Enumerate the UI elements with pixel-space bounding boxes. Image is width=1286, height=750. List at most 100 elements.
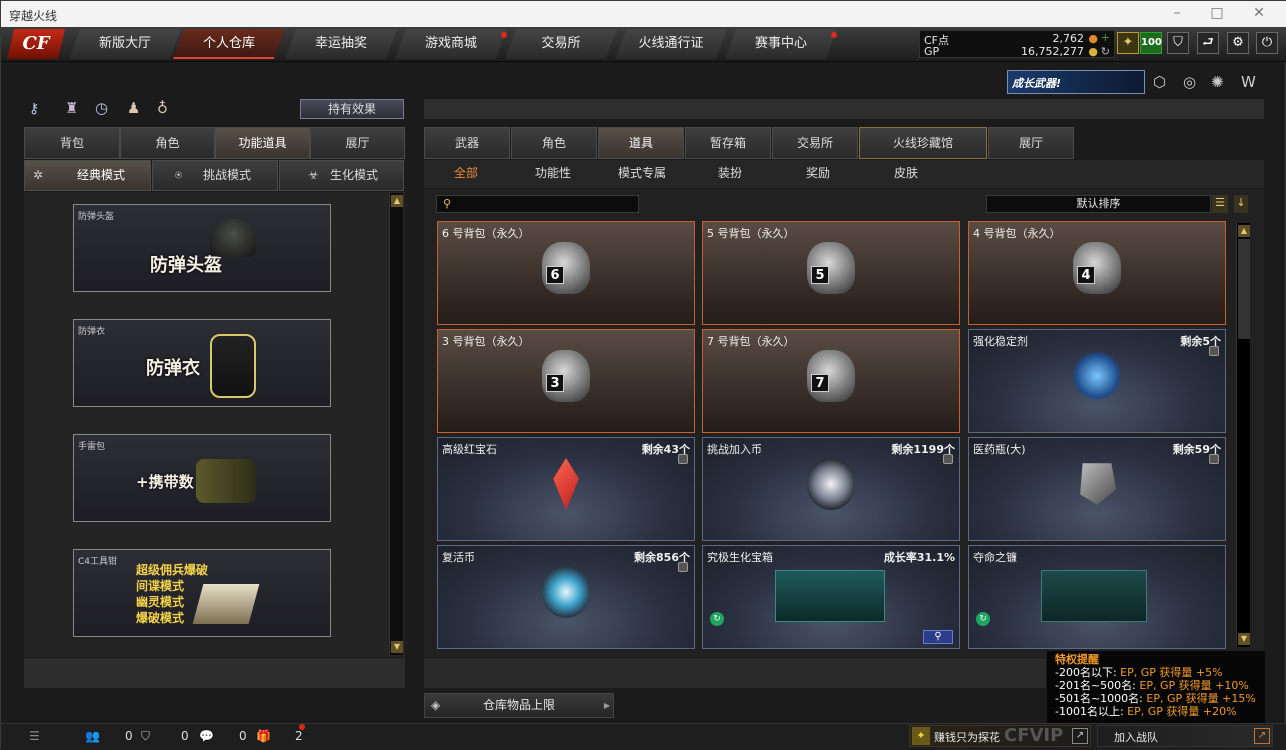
item-card[interactable]: 3 号背包（永久） 3 — [437, 329, 695, 433]
left-scrollbar[interactable]: ▲ ▼ — [389, 193, 403, 655]
mode-zombie[interactable]: ☣ 生化模式 — [279, 160, 404, 191]
mode-challenge[interactable]: ⍟ 挑战模式 — [152, 160, 278, 191]
key-icon[interactable]: ⚷ — [29, 101, 39, 117]
nav-lucky-draw[interactable]: 幸运抽奖 — [285, 29, 397, 59]
item-card[interactable]: 4 号背包（永久） 4 — [968, 221, 1226, 325]
tab-functional-items[interactable]: 功能道具 — [215, 127, 310, 159]
item-card-vest[interactable]: 防弹衣 防弹衣 — [73, 319, 331, 407]
join-clan-bar[interactable]: 加入战队 ↗ — [1097, 725, 1273, 747]
lock-icon[interactable] — [1209, 454, 1219, 464]
v-logo-icon[interactable]: W — [1241, 73, 1256, 91]
close-icon[interactable]: ✕ — [1249, 5, 1269, 21]
minimize-icon[interactable]: – — [1167, 5, 1187, 21]
refresh-icon[interactable]: ↻ — [1101, 45, 1110, 58]
scroll-down-icon[interactable]: ▼ — [1238, 633, 1250, 645]
open-external-icon[interactable]: ↗ — [1254, 728, 1270, 744]
item-card[interactable]: 夺命之镰 ↻ — [968, 545, 1226, 649]
lock-icon[interactable] — [943, 454, 953, 464]
subtab-all[interactable]: 全部 — [454, 164, 478, 181]
item-card-helmet[interactable]: 防弹头盔 防弹头盔 — [73, 204, 331, 292]
clan-icon[interactable]: ⛉ — [141, 729, 150, 744]
subtab-functional[interactable]: 功能性 — [535, 164, 571, 181]
shield-icon[interactable]: ⛉ — [1167, 32, 1189, 54]
lock-icon[interactable] — [678, 454, 688, 464]
tab-showroom-right[interactable]: 展厅 — [988, 127, 1074, 159]
growth-weapon-banner[interactable]: 成长武器! — [1007, 70, 1145, 94]
subtab-mode-exclusive[interactable]: 模式专属 — [618, 164, 666, 181]
friends-icon[interactable]: 👥 — [85, 729, 100, 743]
search-input[interactable]: ⚲ — [436, 195, 639, 213]
lock-icon[interactable] — [1209, 346, 1219, 356]
scroll-up-icon[interactable]: ▲ — [391, 195, 403, 207]
tab-exchange[interactable]: 交易所 — [772, 127, 858, 159]
tab-collection-hall[interactable]: 火线珍藏馆 — [859, 127, 987, 159]
item-card[interactable]: 7 号背包（永久） 7 — [702, 329, 960, 433]
clock-icon[interactable]: ◷ — [95, 99, 108, 117]
tab-showroom[interactable]: 展厅 — [310, 127, 405, 159]
crest-icon[interactable]: ✺ — [1211, 73, 1224, 91]
gear-icon[interactable]: ⚙ — [1227, 32, 1249, 54]
nav-exchange[interactable]: 交易所 — [505, 29, 617, 59]
item-card[interactable]: 医药瓶(大) 剩余59个 — [968, 437, 1226, 541]
grenade-icon[interactable]: ♁ — [157, 99, 168, 117]
item-card[interactable]: 挑战加入币 剩余1199个 — [702, 437, 960, 541]
sort-select[interactable]: 默认排序 — [986, 195, 1211, 213]
item-card-grenade-pack[interactable]: 手雷包 +携带数 — [73, 434, 331, 522]
menu-list-icon[interactable]: ☰ — [29, 729, 40, 743]
rank-badge-icon[interactable]: ✦ — [1117, 32, 1139, 54]
cf-logo[interactable]: CF — [7, 29, 65, 59]
scroll-thumb[interactable] — [1238, 239, 1250, 339]
tab-character[interactable]: 角色 — [120, 127, 215, 159]
promo-bar[interactable]: ✦ 赚钱只为探花 CFVIP ↗ — [909, 725, 1091, 747]
nav-event-center[interactable]: 赛事中心 — [725, 29, 837, 59]
scroll-down-icon[interactable]: ▼ — [391, 641, 403, 653]
open-external-icon[interactable]: ↗ — [1072, 728, 1088, 744]
sort-order-icon[interactable]: ↓ — [1234, 195, 1248, 213]
trophy-icon[interactable]: ♜ — [65, 99, 78, 117]
list-view-icon[interactable]: ☰ — [1212, 195, 1228, 213]
chat-icon[interactable]: 💬 — [199, 729, 214, 743]
target-icon[interactable]: ◎ — [1183, 73, 1196, 91]
item-card[interactable]: 强化稳定剂 剩余5个 — [968, 329, 1226, 433]
c4-pliers-icon — [192, 584, 260, 624]
item-card[interactable]: 高级红宝石 剩余43个 — [437, 437, 695, 541]
power-icon[interactable]: ⏻ — [1256, 32, 1278, 54]
item-card-c4-pliers[interactable]: C4工具钳 超级佣兵爆破 间谍模式 幽灵模式 爆破模式 — [73, 549, 331, 637]
nav-new-lobby[interactable]: 新版大厅 — [69, 29, 181, 59]
tab-weapons[interactable]: 武器 — [424, 127, 510, 159]
item-card[interactable]: 6 号背包（永久） 6 — [437, 221, 695, 325]
cf-coin-icon: ● — [1088, 32, 1098, 45]
tab-characters[interactable]: 角色 — [511, 127, 597, 159]
revive-coin-icon — [542, 566, 590, 618]
add-cf-icon[interactable]: + — [1101, 31, 1110, 44]
mode-classic[interactable]: ✲ 经典模式 — [24, 160, 151, 191]
scroll-up-icon[interactable]: ▲ — [1238, 225, 1250, 237]
nav-battle-pass[interactable]: 火线通行证 — [615, 29, 727, 59]
maximize-icon[interactable]: □ — [1207, 5, 1227, 21]
item-card[interactable]: 5 号背包（永久） 5 — [702, 221, 960, 325]
subtab-outfit[interactable]: 装扮 — [718, 164, 742, 181]
gift-icon[interactable]: 🎁 — [256, 729, 271, 743]
search-icon[interactable]: ⚲ — [923, 630, 953, 644]
subtab-reward[interactable]: 奖励 — [806, 164, 830, 181]
holding-effects-button[interactable]: 持有效果 — [300, 99, 404, 119]
lock-icon[interactable] — [678, 562, 688, 572]
item-name: 7 号背包（永久） — [707, 335, 795, 348]
right-scrollbar[interactable]: ▲ ▼ — [1236, 223, 1250, 647]
soldier-icon[interactable]: ♟ — [127, 99, 140, 117]
subtab-skin[interactable]: 皮肤 — [894, 164, 918, 181]
tab-backpack[interactable]: 背包 — [24, 127, 120, 159]
item-card[interactable]: 复活币 剩余856个 — [437, 545, 695, 649]
level-badge[interactable]: 100 — [1140, 32, 1162, 54]
nav-personal-warehouse[interactable]: 个人仓库 — [173, 29, 285, 59]
item-card[interactable]: 究极生化宝箱 成长率31.1% ↻ ⚲ — [702, 545, 960, 649]
tab-items[interactable]: 道具 — [598, 127, 684, 159]
nav-game-shop[interactable]: 游戏商城 — [395, 29, 507, 59]
item-remaining: 成长率31.1% — [883, 551, 955, 564]
capacity-button[interactable]: ◈ 仓库物品上限 ▶ — [424, 693, 614, 718]
emblem-icon[interactable]: ⬡ — [1153, 73, 1166, 91]
exit-room-icon[interactable]: ⮐ — [1197, 32, 1219, 54]
growth-icon: ↻ — [710, 612, 724, 626]
tier-label: -200名以下: — [1055, 666, 1121, 679]
tab-temp-storage[interactable]: 暂存箱 — [685, 127, 771, 159]
